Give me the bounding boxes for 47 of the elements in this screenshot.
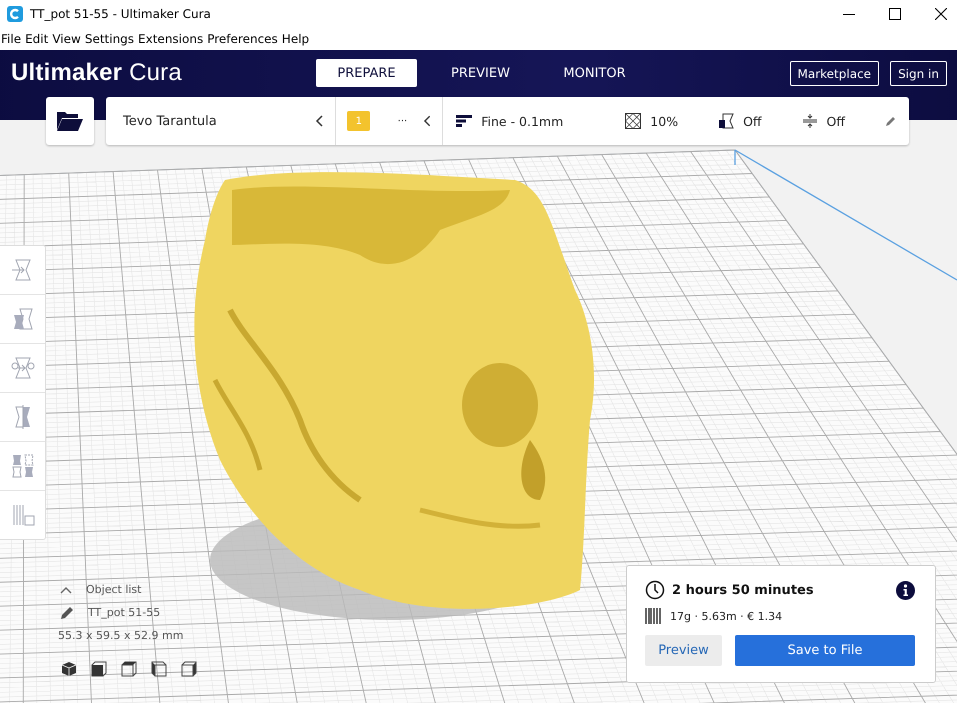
maximize-icon[interactable]	[889, 8, 901, 20]
front-view-icon[interactable]	[91, 661, 107, 677]
extruder-badge: 1	[347, 111, 370, 131]
folder-icon	[56, 110, 84, 132]
chevron-left-icon	[315, 115, 324, 127]
pencil-icon	[60, 606, 74, 620]
stage-tab[interactable]: MONITOR	[544, 59, 645, 87]
object-list-toggle[interactable]: Object list	[86, 583, 142, 596]
edit-icon	[885, 115, 897, 127]
stage-tab[interactable]: PREPARE	[316, 59, 417, 87]
menu-item[interactable]: View	[51, 32, 84, 46]
filament-icon	[645, 607, 661, 625]
profile-icon	[456, 115, 472, 127]
header-button[interactable]: Marketplace	[790, 61, 880, 86]
infill-icon	[625, 113, 642, 129]
app-logo-icon	[7, 6, 23, 22]
adhesion-icon	[802, 113, 818, 129]
menu-item[interactable]: Settings	[84, 32, 138, 46]
printer-selector[interactable]: Tevo Tarantula	[106, 97, 336, 145]
top-view-icon[interactable]	[121, 661, 137, 677]
print-time: 2 hours 50 minutes	[672, 582, 814, 598]
close-icon[interactable]	[935, 8, 947, 20]
save-to-file-button[interactable]: Save to File	[735, 635, 915, 666]
material-estimate: 17g · 5.63m · € 1.34	[670, 610, 782, 622]
header-button[interactable]: Sign in	[890, 61, 947, 86]
menu-item[interactable]: Extensions	[137, 32, 206, 46]
print-settings-selector[interactable]: Fine - 0.1mm 10% Off Off	[443, 97, 909, 145]
open-file-button[interactable]	[46, 97, 94, 145]
left-view-icon[interactable]	[151, 661, 167, 677]
preview-button[interactable]: Preview	[645, 635, 722, 666]
window-title: TT_pot 51-55 - Ultimaker Cura	[30, 7, 211, 21]
app-logo: Ultimaker Cura	[10, 59, 183, 87]
stage-tab[interactable]: PREVIEW	[430, 59, 531, 87]
extruder-selector[interactable]: 1 ···	[336, 97, 444, 145]
info-icon[interactable]	[896, 580, 915, 600]
menu-item[interactable]: File	[0, 32, 24, 46]
menu-item[interactable]: Preferences	[206, 32, 281, 46]
menu-item[interactable]: Edit	[24, 32, 52, 46]
clock-icon	[645, 580, 665, 600]
caret-up-icon[interactable]	[60, 586, 72, 594]
chevron-left-icon	[422, 115, 430, 127]
object-dimensions: 55.3 x 59.5 x 52.9 mm	[58, 629, 184, 642]
right-view-icon[interactable]	[181, 661, 197, 677]
object-name: TT_pot 51-55	[88, 606, 160, 619]
support-icon	[718, 113, 734, 129]
3d-view-icon[interactable]	[61, 661, 77, 677]
menu-item[interactable]: Help	[280, 32, 312, 46]
